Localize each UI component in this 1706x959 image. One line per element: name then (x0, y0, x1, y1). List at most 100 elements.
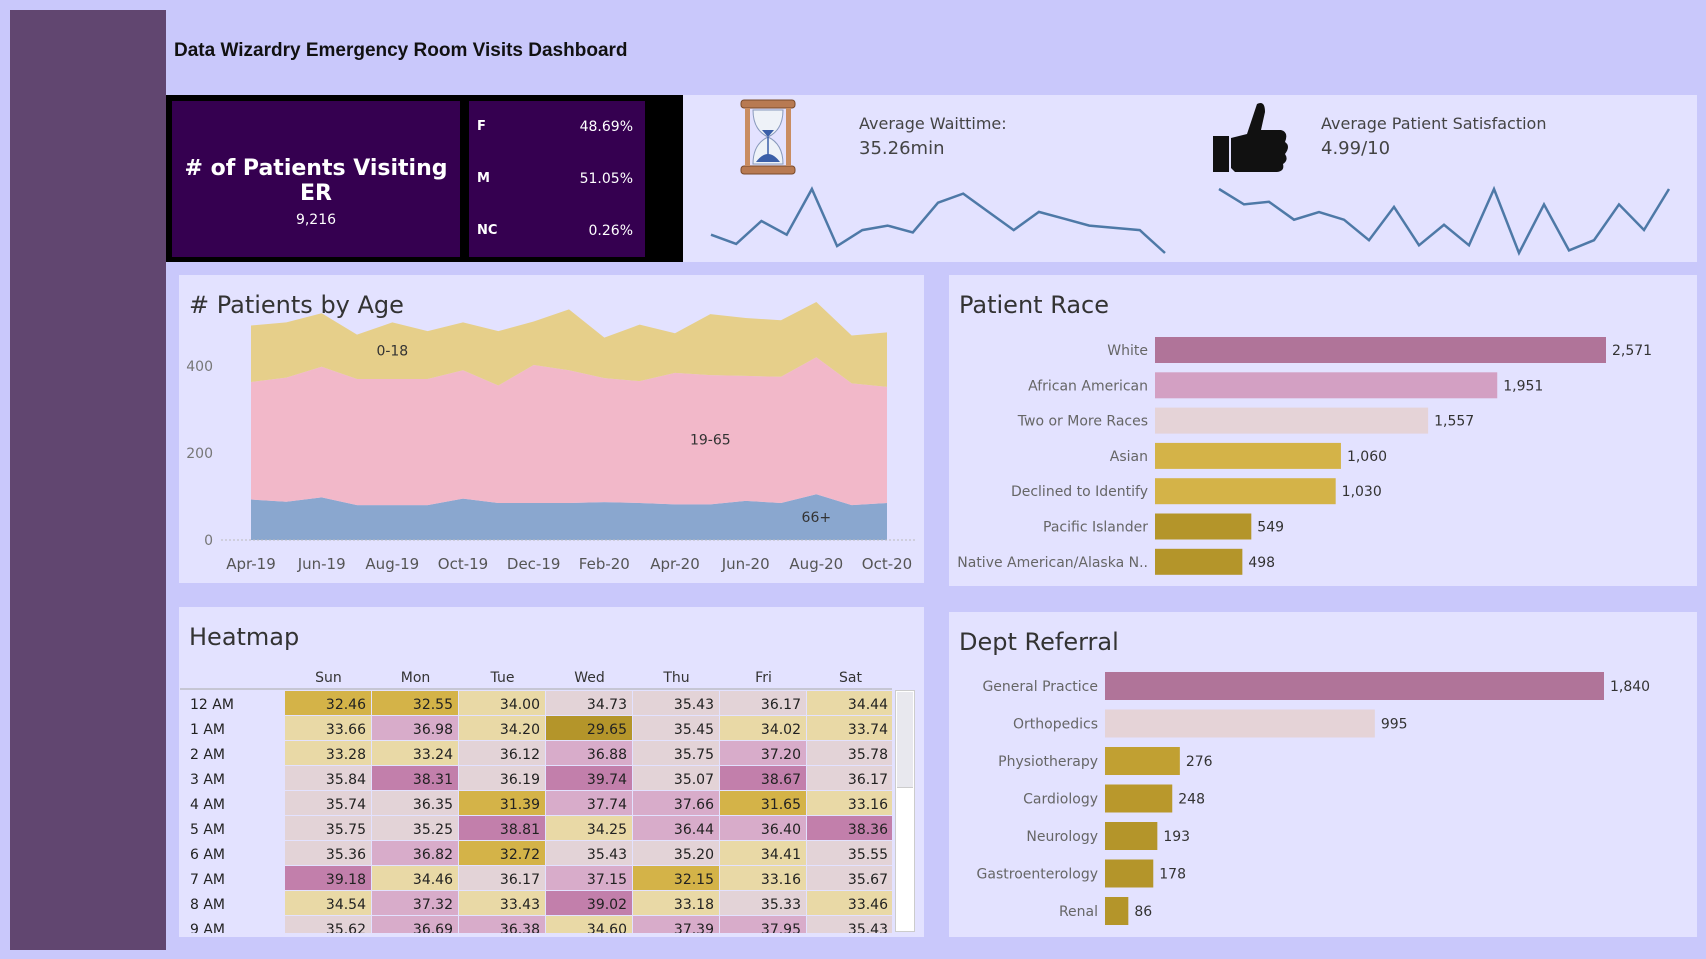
heatmap-cell-value: 34.25 (587, 822, 627, 838)
x-tick-label: Dec-19 (507, 555, 561, 573)
heatmap-row-label: 1 AM (190, 722, 225, 738)
heatmap-cell-value: 35.20 (674, 847, 714, 863)
age-area-chart[interactable]: 0 200 400 Apr-19 Jun-19 Aug-19 Oct-19 Dec-19 Feb… (179, 275, 924, 583)
heatmap-cell-value: 39.74 (587, 772, 627, 788)
heatmap-cell-value: 32.72 (500, 847, 540, 863)
bar (1105, 672, 1604, 700)
bar-category-label: Physiotherapy (998, 754, 1098, 770)
bar-value-label: 1,060 (1347, 449, 1387, 465)
heatmap-cell-value: 33.66 (326, 722, 366, 738)
heatmap-row-label: 12 AM (190, 697, 234, 713)
bar (1155, 548, 1243, 575)
heatmap-cell-value: 33.74 (848, 722, 888, 738)
bar-category-label: Cardiology (1023, 792, 1098, 808)
series-label: 19-65 (690, 433, 731, 449)
patients-count-value: 9,216 (295, 212, 337, 228)
heatmap-cell-value: 35.33 (761, 897, 801, 913)
bar-category-label: Asian (1110, 449, 1148, 465)
heatmap-col-header: Sat (839, 670, 862, 686)
heatmap-cell-value: 35.43 (674, 697, 714, 713)
x-tick-label: Apr-20 (650, 555, 700, 573)
heatmap-cell-value: 35.45 (674, 722, 714, 738)
bar-value-label: 178 (1159, 867, 1186, 883)
series-label: 0-18 (376, 344, 408, 360)
wait-value: 35.26min (859, 138, 945, 159)
heatmap-cell-value: 39.02 (587, 897, 627, 913)
bar-category-label: Renal (1059, 904, 1098, 920)
heatmap-row-label: 4 AM (190, 797, 225, 813)
heatmap-cell-value: 35.43 (848, 922, 888, 934)
heatmap-cell-value: 35.07 (674, 772, 714, 788)
heatmap-row-label: 6 AM (190, 847, 225, 863)
gender-breakdown-card[interactable]: F 48.69% M 51.05% NC 0.26% (469, 101, 645, 257)
bar-value-label: 1,030 (1342, 484, 1382, 500)
heatmap-cell-value: 33.28 (326, 747, 366, 763)
gender-row: NC 0.26% (477, 223, 633, 243)
heatmap-cell-value: 36.17 (761, 697, 801, 713)
satisfaction-label: Average Patient Satisfaction (1321, 114, 1547, 133)
heatmap-cell-value: 37.32 (413, 897, 453, 913)
heatmap-grid[interactable]: Sun Mon Tue Wed Thu Fri Sat 12 AM 32.46 32.55 34.0… (180, 664, 920, 934)
dept-chart-panel: Dept Referral General Practice 1,840 Ortho… (949, 612, 1697, 937)
heatmap-cell-value: 34.00 (500, 697, 540, 713)
satisfaction-value: 4.99/10 (1321, 138, 1391, 159)
bar-category-label: Declined to Identify (1011, 484, 1148, 500)
bar (1155, 372, 1498, 399)
bar-category-label: General Practice (982, 679, 1098, 695)
heatmap-cell-value: 34.60 (587, 922, 627, 934)
bar-value-label: 2,571 (1612, 343, 1652, 359)
age-chart-panel: # Patients by Age 0 200 400 Apr-19 Jun-19 Aug… (179, 275, 924, 583)
bar-value-label: 498 (1248, 555, 1275, 571)
heatmap-cell-value: 34.46 (413, 872, 453, 888)
gender-row: F 48.69% (477, 119, 633, 139)
gender-value: 51.05% (579, 171, 633, 187)
bar (1105, 784, 1173, 813)
patients-count-card[interactable]: # of Patients Visiting ER 9,216 (172, 101, 460, 257)
heatmap-scrollbar[interactable] (895, 690, 915, 932)
heatmap-scroll-thumb[interactable] (897, 692, 913, 788)
bar (1155, 513, 1252, 540)
heatmap-col-header: Wed (574, 670, 605, 686)
heatmap-row-label: 3 AM (190, 772, 225, 788)
heatmap-cell-value: 38.31 (413, 772, 453, 788)
y-tick-label: 0 (204, 533, 213, 549)
kpi-trends-panel: Average Waittime: 35.26min Average Patie… (683, 95, 1697, 262)
heatmap-cell-value: 36.17 (848, 772, 888, 788)
heatmap-col-header: Mon (401, 670, 431, 686)
satisfaction-sparkline (1218, 185, 1671, 257)
heatmap-cell-value: 36.82 (413, 847, 453, 863)
heatmap-cell-value: 35.36 (326, 847, 366, 863)
dept-bar-chart[interactable]: General Practice 1,840 Orthopedics 995 Physi… (949, 612, 1697, 937)
heatmap-cell-value: 34.54 (326, 897, 366, 913)
heatmap-row-label: 9 AM (190, 922, 225, 934)
heatmap-cell-value: 34.41 (761, 847, 801, 863)
heatmap-cell-value: 37.66 (674, 797, 714, 813)
heatmap-cell-value: 31.39 (500, 797, 540, 813)
heatmap-cell-value: 36.19 (500, 772, 540, 788)
heatmap-cell-value: 36.17 (500, 872, 540, 888)
hourglass-icon (740, 99, 796, 175)
heatmap-cell-value: 36.88 (587, 747, 627, 763)
thumbs-up-icon (1213, 103, 1288, 172)
gender-key: NC (477, 223, 498, 238)
heatmap-cell-value: 35.62 (326, 922, 366, 934)
heatmap-cell-value: 35.67 (848, 872, 888, 888)
heatmap-row-label: 7 AM (190, 872, 225, 888)
bar-category-label: Pacific Islander (1043, 520, 1148, 536)
gender-value: 0.26% (588, 223, 633, 239)
heatmap-cell-value: 37.74 (587, 797, 627, 813)
bar-value-label: 1,951 (1503, 378, 1543, 394)
heatmap-col-header: Thu (662, 670, 689, 686)
heatmap-cell-value: 31.65 (761, 797, 801, 813)
race-bar-chart[interactable]: White 2,571 African American 1,951 Two or Mo… (949, 275, 1697, 586)
bar (1155, 478, 1336, 505)
heatmap-cell-value: 38.81 (500, 822, 540, 838)
heatmap-cell-value: 37.15 (587, 872, 627, 888)
heatmap-cell-value: 36.35 (413, 797, 453, 813)
heatmap-cell-value: 38.36 (848, 822, 888, 838)
heatmap-cell-value: 39.18 (326, 872, 366, 888)
heatmap-cell-value: 36.12 (500, 747, 540, 763)
heatmap-cell-value: 35.74 (326, 797, 366, 813)
x-tick-label: Aug-20 (789, 555, 843, 573)
heatmap-cell-value: 35.55 (848, 847, 888, 863)
